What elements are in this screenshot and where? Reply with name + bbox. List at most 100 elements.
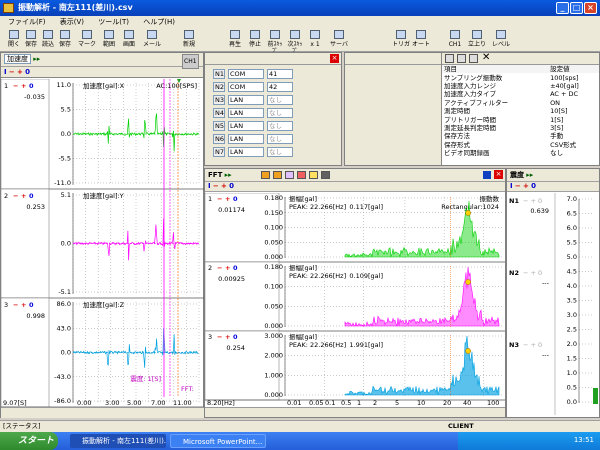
settings-row[interactable]: プリトリガー時間 1[S]: [442, 115, 599, 124]
reset-icon[interactable]: 0: [25, 68, 30, 76]
settings-row[interactable]: アクティブフィルター ON: [442, 99, 599, 107]
channel-plus-icon[interactable]: +: [21, 301, 26, 309]
devices-close-icon[interactable]: ×: [330, 54, 339, 63]
device-type-select[interactable]: COM: [228, 82, 264, 92]
toolbar-button-7[interactable]: メール: [143, 29, 161, 50]
settings-row[interactable]: 加速度入力レンジ ±40[gal]: [442, 82, 599, 90]
toolbar-button-17[interactable]: CH1: [446, 29, 464, 50]
fft-channel-plus-icon[interactable]: +: [225, 195, 230, 203]
toolbar-button-9[interactable]: 再生: [226, 29, 244, 50]
intensity-zoom-icon[interactable]: I: [510, 182, 513, 190]
toolbar-button-13[interactable]: x 1: [306, 29, 324, 50]
zoom-icon[interactable]: I: [4, 68, 7, 76]
fft-save-icon[interactable]: [321, 171, 330, 179]
fft-chart[interactable]: 1− +00.011740.1800.1500.1000.0500.000振幅[g…: [205, 193, 505, 407]
fft-channel-info-1[interactable]: [205, 261, 280, 332]
toolbar-button-8[interactable]: 新規: [180, 29, 198, 50]
intensity-controls-icon[interactable]: − + 0: [523, 341, 542, 349]
device-port-select[interactable]: なし: [267, 134, 293, 144]
fft-tool1-icon[interactable]: [261, 171, 270, 179]
menu-tools[interactable]: ツール(T): [98, 18, 129, 26]
minus-icon[interactable]: −: [9, 68, 15, 76]
fft-minus-icon[interactable]: −: [213, 182, 219, 190]
toolbar-button-16[interactable]: オート: [412, 29, 430, 50]
channel-plus-icon[interactable]: +: [21, 192, 26, 200]
play-icon[interactable]: ▸▸: [33, 55, 40, 63]
fft-tool2-icon[interactable]: [273, 171, 282, 179]
device-type-select[interactable]: LAN: [228, 108, 264, 118]
fft-channel-plus-icon[interactable]: +: [225, 333, 230, 341]
device-port-select[interactable]: なし: [267, 147, 293, 157]
channel-zero-icon[interactable]: 0: [29, 192, 34, 200]
device-port-select[interactable]: なし: [267, 121, 293, 131]
toolbar-button-4[interactable]: マーク: [78, 29, 96, 50]
device-port-select[interactable]: 42: [267, 82, 293, 92]
settings-copy-icon[interactable]: [457, 54, 466, 63]
fft-mode-select[interactable]: FFT: [208, 171, 222, 179]
toolbar-button-3[interactable]: 保存: [56, 29, 74, 50]
fft-channel-plus-icon[interactable]: +: [225, 264, 230, 272]
settings-row[interactable]: ビデオ同期録画 なし: [442, 149, 599, 157]
peak-marker-icon[interactable]: [465, 279, 471, 285]
peak-marker-icon[interactable]: [465, 210, 471, 216]
task-vibration[interactable]: 振動解析 - 南左111(差川)...: [70, 434, 166, 448]
toolbar-button-15[interactable]: トリガ: [392, 29, 410, 50]
toolbar-button-10[interactable]: 停止: [246, 29, 264, 50]
settings-row[interactable]: 測定延長判定時間 3[S]: [442, 124, 599, 132]
fft-play-icon[interactable]: ▸▸: [225, 171, 232, 179]
toolbar-button-14[interactable]: サーバ: [330, 29, 348, 50]
fft-channel-zero-icon[interactable]: 0: [233, 195, 238, 203]
menu-view[interactable]: 表示(V): [60, 18, 84, 26]
fft-channel-info-2[interactable]: [205, 330, 280, 401]
settings-row[interactable]: 加速度入力タイプ AC + DC: [442, 90, 599, 98]
settings-row[interactable]: サンプリング振動数 100[sps]: [442, 73, 599, 82]
device-type-select[interactable]: LAN: [228, 147, 264, 157]
device-port-select[interactable]: 41: [267, 69, 293, 79]
settings-row[interactable]: 保存方法 手動: [442, 132, 599, 140]
channel-zero-icon[interactable]: 0: [29, 301, 34, 309]
channel-minus-icon[interactable]: −: [13, 82, 18, 90]
settings-gear-icon[interactable]: [445, 54, 454, 63]
channel-plus-icon[interactable]: +: [21, 82, 26, 90]
toolbar-button-18[interactable]: 立上り: [468, 29, 486, 50]
channel-minus-icon[interactable]: −: [13, 192, 18, 200]
toolbar-button-0[interactable]: 開く: [5, 29, 23, 50]
settings-row[interactable]: 保存形式 CSV形式: [442, 141, 599, 149]
toolbar-button-1[interactable]: 保存: [22, 29, 40, 50]
plus-icon[interactable]: +: [17, 68, 23, 76]
minimize-button[interactable]: _: [556, 2, 569, 14]
fft-close-icon[interactable]: ×: [494, 170, 503, 179]
menu-help[interactable]: ヘルプ(H): [143, 18, 175, 26]
fft-tool4-icon[interactable]: [297, 171, 306, 179]
intensity-controls-icon[interactable]: − + 0: [523, 269, 542, 277]
channel-minus-icon[interactable]: −: [13, 301, 18, 309]
device-type-select[interactable]: LAN: [228, 134, 264, 144]
menu-file[interactable]: ファイル(F): [8, 18, 46, 26]
task-powerpoint[interactable]: Microsoft PowerPoint...: [170, 434, 266, 448]
device-type-select[interactable]: LAN: [228, 121, 264, 131]
start-button[interactable]: スタート: [0, 432, 58, 450]
intensity-minus-icon[interactable]: −: [515, 182, 521, 190]
fft-scrollbar[interactable]: [205, 407, 505, 417]
fft-zoom-icon[interactable]: I: [208, 182, 211, 190]
settings-refresh-icon[interactable]: [469, 54, 478, 63]
waveform-scrollbar[interactable]: [1, 407, 205, 418]
intensity-controls-icon[interactable]: − + 0: [523, 197, 542, 205]
fft-color-icon[interactable]: [483, 171, 491, 179]
toolbar-button-19[interactable]: レベル: [492, 29, 510, 50]
device-port-select[interactable]: なし: [267, 95, 293, 105]
toolbar-button-5[interactable]: 範囲: [100, 29, 118, 50]
fft-channel-zero-icon[interactable]: 0: [233, 333, 238, 341]
fft-channel-minus-icon[interactable]: −: [217, 195, 222, 203]
toolbar-button-11[interactable]: 前ｽｷｯﾌﾟ: [266, 29, 284, 55]
maximize-button[interactable]: □: [570, 2, 583, 14]
device-type-select[interactable]: COM: [228, 69, 264, 79]
fft-tool3-icon[interactable]: [285, 171, 294, 179]
mode-select[interactable]: 加速度: [4, 54, 31, 64]
fft-channel-minus-icon[interactable]: −: [217, 333, 222, 341]
intensity-mode-select[interactable]: 震度: [510, 171, 524, 179]
channel-zero-icon[interactable]: 0: [29, 82, 34, 90]
device-port-select[interactable]: なし: [267, 108, 293, 118]
toolbar-button-6[interactable]: 画面: [120, 29, 138, 50]
peak-marker-icon[interactable]: [465, 348, 471, 354]
